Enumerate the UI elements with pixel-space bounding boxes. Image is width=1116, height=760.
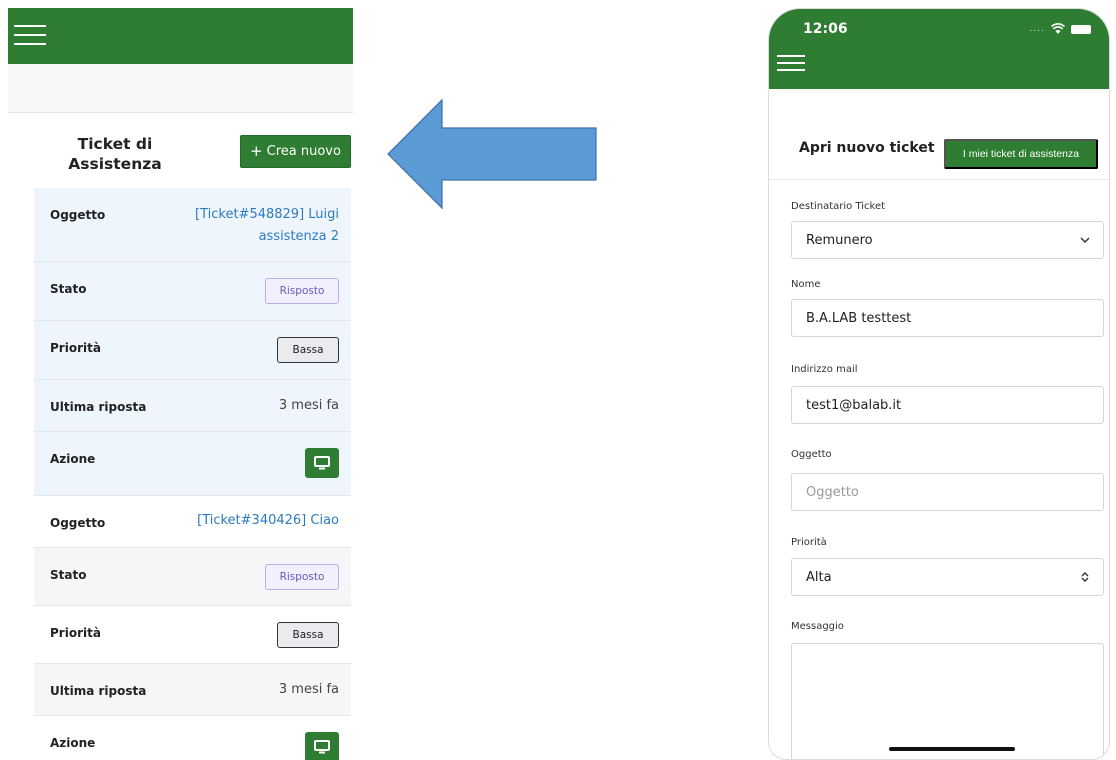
app-header <box>8 8 353 64</box>
ticket-priority-row: Priorità Bassa <box>34 606 351 664</box>
status-icons: .... <box>1030 23 1091 35</box>
subject-label: Oggetto <box>50 208 106 222</box>
priority-label: Priorità <box>50 626 101 640</box>
subject-placeholder: Oggetto <box>806 484 859 500</box>
chevron-updown-icon <box>1081 572 1089 582</box>
ticket-subject-row: Oggetto [Ticket#340426] Ciao <box>34 496 351 548</box>
plus-icon: + <box>250 142 263 160</box>
status-badge: Risposto <box>265 564 339 590</box>
priority-select[interactable]: Alta <box>791 558 1104 596</box>
recipient-label: Destinatario Ticket <box>791 201 886 212</box>
ticket-priority-row: Priorità Bassa <box>34 321 351 380</box>
action-label: Azione <box>50 736 96 750</box>
monitor-icon <box>314 456 330 470</box>
name-value: B.A.LAB testtest <box>806 310 912 326</box>
home-indicator[interactable] <box>889 747 1015 751</box>
status-badge: Risposto <box>265 278 339 304</box>
create-new-button[interactable]: + Crea nuovo <box>240 135 351 168</box>
name-field[interactable]: B.A.LAB testtest <box>791 299 1104 337</box>
email-value: test1@balab.it <box>806 397 902 413</box>
wifi-icon <box>1051 23 1065 34</box>
app-header: 12:06 .... <box>769 9 1109 89</box>
new-ticket-screen: 12:06 .... Apri nuovo ticket I miei tick… <box>768 8 1110 760</box>
email-field[interactable]: test1@balab.it <box>791 386 1104 424</box>
status-label: Stato <box>50 568 87 582</box>
ticket-subject-line2[interactable]: assistenza 2 <box>195 226 339 248</box>
ticket-list: Oggetto [Ticket#548829] Luigi assistenza… <box>34 188 351 760</box>
last-reply-value: 3 mesi fa <box>278 398 339 413</box>
divider <box>769 179 1109 180</box>
priority-badge: Bassa <box>277 337 339 363</box>
view-ticket-button[interactable] <box>305 732 339 760</box>
page-title: Ticket di Assistenza <box>60 134 170 174</box>
view-ticket-button[interactable] <box>305 448 339 478</box>
hamburger-menu-icon[interactable] <box>777 55 805 73</box>
priority-label: Priorità <box>791 537 827 548</box>
page-title-line2: Assistenza <box>68 155 162 173</box>
subject-label: Oggetto <box>50 516 106 530</box>
signal-icon: .... <box>1029 24 1045 34</box>
priority-label: Priorità <box>50 341 101 355</box>
ticket-last-reply-row: Ultima riposta 3 mesi fa <box>34 380 351 432</box>
status-label: Stato <box>50 282 87 296</box>
last-reply-label: Ultima riposta <box>50 400 147 414</box>
arrow-left-icon <box>387 98 597 210</box>
ticket-list-screen: Ticket di Assistenza + Crea nuovo Oggett… <box>8 8 353 760</box>
ticket-subject-link[interactable]: [Ticket#340426] Ciao <box>197 510 339 532</box>
last-reply-value: 3 mesi fa <box>278 682 339 697</box>
priority-value: Alta <box>806 569 832 585</box>
subject-field[interactable]: Oggetto <box>791 473 1104 511</box>
subject-label: Oggetto <box>791 449 832 460</box>
name-label: Nome <box>791 279 821 290</box>
recipient-value: Remunero <box>806 232 873 248</box>
ticket-status-row: Stato Risposto <box>34 262 351 321</box>
message-textarea[interactable] <box>791 643 1104 759</box>
chevron-down-icon <box>1080 237 1090 244</box>
battery-icon <box>1071 24 1091 34</box>
monitor-icon <box>314 740 330 754</box>
page-title-line1: Ticket di <box>77 135 153 153</box>
sub-header <box>8 64 353 113</box>
ticket-card: Oggetto [Ticket#340426] Ciao Stato Rispo… <box>34 496 351 760</box>
last-reply-label: Ultima riposta <box>50 684 147 698</box>
recipient-select[interactable]: Remunero <box>791 221 1104 259</box>
my-tickets-button[interactable]: I miei ticket di assistenza <box>944 139 1098 169</box>
ticket-card: Oggetto [Ticket#548829] Luigi assistenza… <box>34 188 351 496</box>
form-title: Apri nuovo ticket <box>799 140 935 156</box>
ticket-subject-line1[interactable]: [Ticket#548829] Luigi <box>195 204 339 226</box>
ticket-action-row: Azione <box>34 716 351 760</box>
ticket-last-reply-row: Ultima riposta 3 mesi fa <box>34 664 351 716</box>
ticket-subject-row: Oggetto [Ticket#548829] Luigi assistenza… <box>34 188 351 262</box>
hamburger-menu-icon[interactable] <box>14 25 46 47</box>
status-clock: 12:06 <box>803 21 848 37</box>
ticket-subject-line1[interactable]: [Ticket#340426] Ciao <box>197 510 339 532</box>
action-label: Azione <box>50 452 96 466</box>
message-label: Messaggio <box>791 621 844 632</box>
email-label: Indirizzo mail <box>791 364 858 375</box>
ticket-subject-link[interactable]: [Ticket#548829] Luigi assistenza 2 <box>195 204 339 248</box>
priority-badge: Bassa <box>277 622 339 648</box>
ticket-action-row: Azione <box>34 432 351 496</box>
create-new-label: Crea nuovo <box>266 144 341 159</box>
ticket-status-row: Stato Risposto <box>34 548 351 606</box>
